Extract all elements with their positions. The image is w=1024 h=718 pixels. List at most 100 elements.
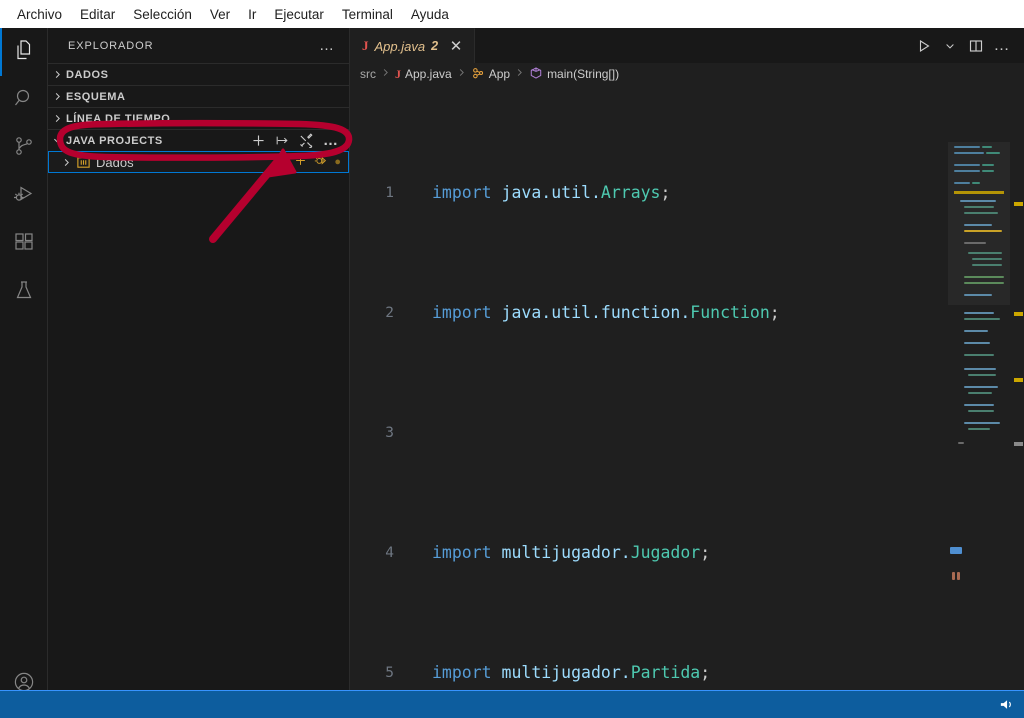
menu-item-seleccion[interactable]: Selección — [124, 4, 201, 25]
sidebar-title: EXPLORADOR … — [48, 28, 349, 63]
chevron-right-icon — [48, 69, 66, 80]
status-bar-right — [999, 697, 1024, 712]
editor-tab-label: App.java — [374, 38, 426, 54]
java-icon: J — [395, 66, 401, 81]
breadcrumb-item-app-java[interactable]: J App.java — [395, 67, 452, 82]
token-semicolon: ; — [700, 663, 711, 682]
line-number: 3 — [385, 425, 394, 441]
code-line: 4 import multijugador.Jugador; — [350, 541, 909, 565]
token-package: multijugador. — [501, 543, 631, 562]
overview-ruler[interactable] — [1010, 142, 1024, 714]
chevron-right-icon — [48, 91, 66, 102]
menu-bar: Archivo Editar Selección Ver Ir Ejecutar… — [0, 0, 1024, 28]
breadcrumb-item-src[interactable]: src — [360, 67, 376, 81]
token-type: Function — [690, 303, 770, 322]
token-semicolon: ; — [700, 543, 711, 562]
menu-item-ayuda[interactable]: Ayuda — [402, 4, 458, 25]
token-semicolon: ; — [769, 303, 780, 322]
import-project-button[interactable] — [275, 133, 290, 148]
breadcrumb-item-main-method[interactable]: main(String[]) — [529, 66, 619, 83]
activity-item-explorer[interactable] — [0, 28, 48, 76]
files-icon — [12, 38, 36, 67]
chevron-right-icon — [456, 67, 467, 81]
editor-actions: … — [912, 28, 1024, 63]
new-file-button[interactable] — [294, 154, 307, 170]
warning-marker — [1014, 312, 1023, 316]
vscode-window: Archivo Editar Selección Ver Ir Ejecutar… — [0, 0, 1024, 718]
bell-icon[interactable] — [999, 697, 1014, 712]
breadcrumb-app-java-label: App.java — [405, 67, 452, 81]
line-number: 1 — [385, 185, 394, 201]
editor-tab-badge: 2 — [431, 39, 439, 53]
activity-bar — [0, 28, 48, 714]
menu-item-ejecutar[interactable]: Ejecutar — [265, 4, 333, 25]
new-java-project-button[interactable] — [251, 133, 266, 148]
pane-header-linea-de-tiempo-label: LÍNEA DE TIEMPO — [66, 112, 171, 125]
menu-item-ir[interactable]: Ir — [239, 4, 265, 25]
pane-header-linea-de-tiempo[interactable]: LÍNEA DE TIEMPO — [48, 107, 349, 129]
tree-item-dados-actions: ● — [294, 154, 349, 170]
chevron-right-icon — [380, 67, 391, 81]
java-projects-more-button[interactable]: … — [323, 133, 339, 148]
code-editor[interactable]: 1 import java.util.Arrays; 2 import java… — [350, 85, 1024, 714]
activity-item-testing[interactable] — [0, 268, 48, 316]
warning-marker — [1014, 378, 1023, 382]
debug-icon[interactable] — [314, 154, 327, 170]
activity-item-search[interactable] — [0, 76, 48, 124]
sidebar-more-actions-button[interactable]: … — [319, 37, 341, 54]
tree-item-dados[interactable]: Dados ● — [48, 151, 349, 173]
tree-item-dados-label: Dados — [96, 154, 134, 170]
breadcrumb-app-class-label: App — [488, 67, 511, 81]
menu-item-terminal[interactable]: Terminal — [333, 4, 402, 25]
token-package: multijugador. — [501, 663, 631, 682]
side-bar-explorer: EXPLORADOR … DADOS ESQUEMA LÍNEA DE TIEM… — [48, 28, 350, 714]
activity-item-run-and-debug[interactable] — [0, 172, 48, 220]
token-type: Jugador — [630, 543, 701, 562]
configure-classpath-button[interactable] — [299, 133, 314, 148]
line-number: 4 — [385, 545, 394, 561]
flask-icon — [12, 278, 36, 307]
status-bar — [0, 690, 1024, 718]
breadcrumb-main-method-label: main(String[]) — [547, 67, 620, 81]
pane-header-java-projects-label: JAVA PROJECTS — [66, 134, 163, 147]
token-package: java.util.function. — [501, 303, 691, 322]
run-options-chevron-icon[interactable] — [938, 34, 962, 58]
code-text: import multijugador.Jugador; — [432, 541, 710, 565]
pane-header-esquema[interactable]: ESQUEMA — [48, 85, 349, 107]
token-semicolon: ; — [660, 183, 671, 202]
editor-tab-app-java[interactable]: J App.java 2 ✕ — [350, 28, 476, 63]
code-text: import java.util.function.Function; — [432, 301, 780, 325]
menu-item-archivo[interactable]: Archivo — [8, 4, 71, 25]
code-text: import multijugador.Partida; — [432, 661, 710, 685]
chevron-right-icon — [514, 67, 525, 81]
token-import: import — [432, 663, 492, 682]
source-control-icon — [12, 134, 36, 163]
activity-item-extensions[interactable] — [0, 220, 48, 268]
pane-header-java-projects[interactable]: JAVA PROJECTS … — [48, 129, 349, 151]
pane-header-dados[interactable]: DADOS — [48, 63, 349, 85]
token-type: Partida — [630, 663, 701, 682]
minimap[interactable] — [948, 142, 1010, 714]
java-icon: J — [362, 38, 369, 53]
close-icon[interactable]: ✕ — [448, 39, 464, 54]
code-line: 5 import multijugador.Partida; — [350, 661, 909, 685]
menu-item-ver[interactable]: Ver — [201, 4, 239, 25]
chevron-right-icon — [58, 157, 74, 168]
split-editor-icon[interactable] — [964, 34, 988, 58]
extensions-icon — [12, 230, 36, 259]
code-text: import java.util.Arrays; — [432, 181, 670, 205]
breadcrumb-item-app-class[interactable]: App — [471, 66, 510, 83]
menu-item-editar[interactable]: Editar — [71, 4, 124, 25]
editor-group: J App.java 2 ✕ … src J App.java App main… — [350, 28, 1024, 714]
line-number: 2 — [385, 305, 394, 321]
code-line: 2 import java.util.function.Function; — [350, 301, 909, 325]
activity-item-source-control[interactable] — [0, 124, 48, 172]
java-project-icon — [76, 155, 91, 170]
token-type: Arrays — [600, 183, 661, 202]
line-number: 5 — [385, 665, 394, 681]
warning-marker — [1014, 202, 1023, 206]
run-java-button[interactable] — [912, 34, 936, 58]
selection-marker — [1014, 442, 1023, 446]
editor-more-actions-button[interactable]: … — [990, 34, 1014, 58]
token-package: java.util. — [501, 183, 601, 202]
